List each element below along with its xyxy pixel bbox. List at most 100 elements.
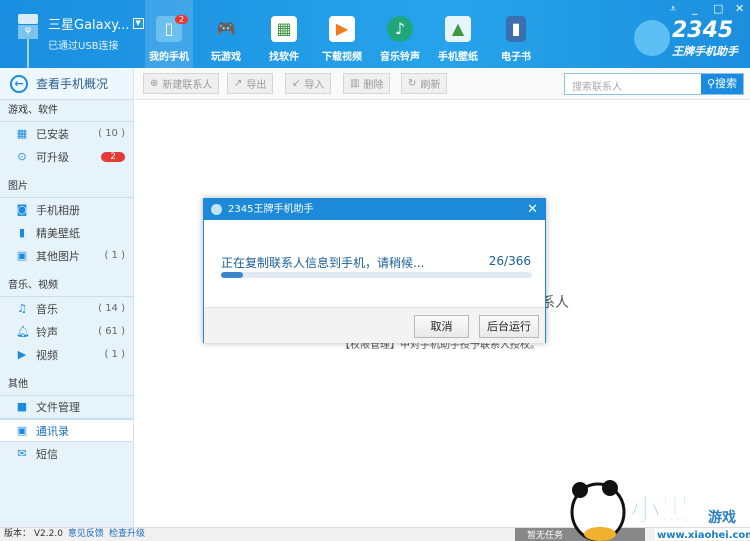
grid-icon: ▦ bbox=[16, 126, 28, 140]
run-in-background-button[interactable]: 后台运行 bbox=[479, 315, 539, 338]
folder-icon: ■ bbox=[16, 400, 28, 413]
nav-my-phone[interactable]: ▯ 2 我的手机 bbox=[145, 0, 193, 68]
nav-music[interactable]: ♪ 音乐铃声 bbox=[376, 0, 424, 68]
item-label: 手机相册 bbox=[36, 203, 80, 217]
item-label: 文件管理 bbox=[36, 401, 80, 414]
group-title: 图片 bbox=[0, 176, 133, 198]
upgrade-badge: 2 bbox=[101, 151, 125, 162]
nav-label: 电子书 bbox=[501, 52, 531, 63]
brand-logo: 2345 王牌手机助手 bbox=[628, 18, 738, 59]
version-label: 版本： V2.2.0 bbox=[4, 529, 63, 539]
watermark-logo: 小黑 游戏 www.xiaohei.com bbox=[570, 480, 750, 541]
dialog-title: 2345王牌手机助手 bbox=[228, 204, 314, 215]
search-icon: ⚲ bbox=[706, 77, 716, 90]
bell-icon: 🔔︎ bbox=[16, 324, 30, 338]
refresh-button[interactable]: ↻ 刷新 bbox=[401, 73, 448, 94]
export-button[interactable]: ↗ 导出 bbox=[227, 73, 274, 94]
mail-icon: ✉ bbox=[17, 446, 27, 460]
button-label: 删除 bbox=[363, 80, 384, 91]
maximize-icon[interactable]: □ bbox=[713, 2, 723, 15]
dialog-titlebar: 2345王牌手机助手 ✕ bbox=[204, 199, 545, 220]
item-label: 视频 bbox=[36, 348, 58, 362]
sidebar-item-other-images[interactable]: ▣ 其他图片 ( 1 ) bbox=[0, 244, 133, 267]
svg-text:www.xiaohei.com: www.xiaohei.com bbox=[657, 530, 750, 541]
item-label: 已安装 bbox=[36, 127, 69, 141]
video-icon: ▶ bbox=[17, 347, 27, 361]
image-icon: ▣ bbox=[16, 248, 28, 262]
item-count: ( 1 ) bbox=[104, 250, 125, 261]
new-contact-button[interactable]: ⊕ 新建联系人 bbox=[143, 73, 220, 94]
nav-label: 找软件 bbox=[269, 52, 299, 63]
svg-text:游戏: 游戏 bbox=[708, 509, 736, 526]
contact-icon: ▣ bbox=[16, 423, 28, 437]
sidebar-item-sms[interactable]: ✉ 短信 bbox=[0, 442, 133, 465]
device-name: 三星Galaxy... bbox=[48, 18, 130, 33]
nav-label: 音乐铃声 bbox=[380, 52, 420, 63]
feedback-link[interactable]: 意见反馈 bbox=[68, 529, 104, 539]
trash-icon: ▥ bbox=[350, 78, 360, 89]
import-button[interactable]: ↙ 导入 bbox=[285, 73, 332, 94]
group-title: 游戏、软件 bbox=[0, 100, 133, 122]
device-info[interactable]: 三星Galaxy... ▼ 已通过USB连接 bbox=[48, 14, 144, 52]
cancel-button[interactable]: 取消 bbox=[414, 315, 469, 338]
delete-button[interactable]: ▥ 删除 bbox=[343, 73, 391, 94]
chevron-down-icon[interactable]: ▼ bbox=[132, 18, 144, 29]
button-label: 导入 bbox=[304, 80, 325, 91]
progress-message: 正在复制联系人信息到手机，请稍候... bbox=[221, 256, 425, 270]
sidebar-item-video[interactable]: ▶ 视频 ( 1 ) bbox=[0, 343, 133, 366]
item-label: 可升级 bbox=[36, 150, 69, 164]
item-count: ( 61 ) bbox=[98, 326, 125, 337]
camera-icon: ◙ bbox=[16, 202, 28, 216]
close-icon[interactable]: ✕ bbox=[735, 2, 744, 15]
nav-badge: 2 bbox=[175, 15, 189, 24]
progress-dialog: 2345王牌手机助手 ✕ 正在复制联系人信息到手机，请稍候... 26/366 取… bbox=[203, 198, 546, 343]
refresh-icon: ↻ bbox=[408, 78, 417, 89]
nav-ebook[interactable]: ▮ 电子书 bbox=[492, 0, 540, 68]
nav-label: 手机壁纸 bbox=[438, 52, 478, 63]
plus-icon: ⊕ bbox=[150, 78, 159, 89]
item-label: 其他图片 bbox=[36, 249, 80, 263]
sidebar-item-files[interactable]: ■ 文件管理 bbox=[0, 396, 133, 419]
sidebar-item-installed[interactable]: ▦ 已安装 ( 10 ) bbox=[0, 122, 133, 145]
phone-wallpaper-icon: ▮ bbox=[18, 225, 26, 239]
item-count: ( 1 ) bbox=[104, 349, 125, 360]
close-icon[interactable]: ✕ bbox=[527, 199, 538, 220]
brand-number: 2345 bbox=[672, 18, 734, 43]
overview-button[interactable]: ← 查看手机概况 bbox=[0, 68, 133, 100]
item-label: 精美壁纸 bbox=[36, 226, 80, 240]
button-label: 刷新 bbox=[420, 80, 441, 91]
item-label: 音乐 bbox=[36, 302, 58, 316]
nav-label: 玩游戏 bbox=[211, 52, 241, 63]
sidebar-item-contacts[interactable]: ▣ 通讯录 bbox=[0, 419, 133, 442]
button-label: 搜索 bbox=[715, 77, 738, 90]
search-input[interactable]: 搜索联系人 ⚲搜索 bbox=[564, 73, 744, 95]
item-label: 铃声 bbox=[36, 325, 58, 339]
nav-software[interactable]: ▦ 找软件 bbox=[260, 0, 308, 68]
sidebar-item-music[interactable]: ♫ 音乐 ( 14 ) bbox=[0, 297, 133, 320]
sidebar-item-upgradable[interactable]: ⊙ 可升级 2 bbox=[0, 145, 133, 168]
music-note-icon: ♫ bbox=[17, 301, 27, 315]
export-icon: ↗ bbox=[234, 78, 243, 89]
group-title: 其他 bbox=[0, 374, 133, 396]
video-icon: ▶ bbox=[329, 16, 355, 42]
search-button[interactable]: ⚲搜索 bbox=[701, 74, 743, 94]
sidebar-item-ringtone[interactable]: 🔔︎ 铃声 ( 61 ) bbox=[0, 320, 133, 343]
menu-icon[interactable]: ⩡ bbox=[670, 2, 676, 16]
sidebar-item-album[interactable]: ◙ 手机相册 bbox=[0, 198, 133, 221]
item-label: 短信 bbox=[36, 447, 58, 461]
mascot-icon bbox=[634, 20, 670, 56]
nav-video[interactable]: ▶ 下载视频 bbox=[318, 0, 366, 68]
app-store-icon: ▦ bbox=[271, 16, 297, 42]
svg-text:小黑: 小黑 bbox=[630, 493, 690, 528]
button-label: 导出 bbox=[246, 80, 267, 91]
minimize-icon[interactable]: _ bbox=[692, 2, 698, 15]
upgrade-icon: ⊙ bbox=[17, 149, 27, 163]
overview-label: 查看手机概况 bbox=[36, 77, 109, 91]
sidebar: ← 查看手机概况 游戏、软件 ▦ 已安装( 10 ) ⊙ 可升级 2 图片 ◙ 手机相册 … bbox=[0, 68, 134, 527]
progress-bar bbox=[221, 272, 532, 278]
nav-games[interactable]: 🎮 玩游戏 bbox=[202, 0, 250, 68]
check-upgrade-link[interactable]: 检查升级 bbox=[109, 529, 145, 539]
sidebar-item-wallpaper[interactable]: ▮ 精美壁纸 bbox=[0, 221, 133, 244]
music-icon: ♪ bbox=[387, 16, 413, 42]
nav-wallpaper[interactable]: ▲ 手机壁纸 bbox=[434, 0, 482, 68]
